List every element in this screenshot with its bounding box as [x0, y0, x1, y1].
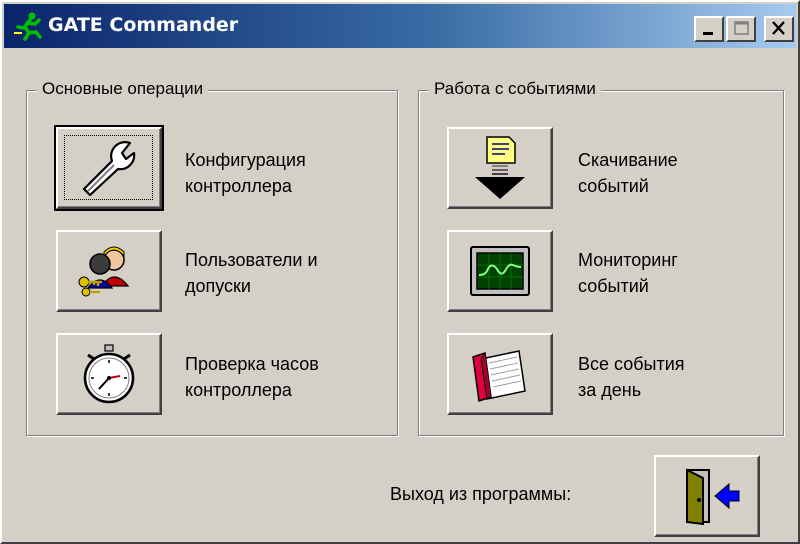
- app-runner-icon: [14, 12, 42, 41]
- minimize-icon: [703, 32, 713, 35]
- controller-config-label: Конфигурация контроллера: [185, 147, 306, 199]
- book-icon: [472, 350, 526, 402]
- clock-check-button[interactable]: [56, 333, 162, 415]
- label-line: событий: [578, 276, 649, 296]
- monitor-events-button[interactable]: [447, 230, 553, 312]
- label-line: за день: [578, 380, 642, 400]
- basic-operations-legend: Основные операции: [37, 77, 209, 101]
- all-day-events-label: Все события за день: [578, 351, 685, 403]
- title-bar[interactable]: GATE Commander: [4, 4, 796, 48]
- label-line: Мониторинг: [578, 250, 678, 270]
- maximize-button[interactable]: [726, 16, 756, 42]
- monitor-icon: [470, 246, 530, 296]
- exit-button[interactable]: [654, 455, 760, 537]
- label-line: Все события: [578, 354, 685, 374]
- monitor-events-label: Мониторинг событий: [578, 247, 678, 299]
- label-line: Проверка часов: [185, 354, 319, 374]
- users-access-label: Пользователи и допуски: [185, 247, 318, 299]
- users-keys-icon: [78, 246, 130, 297]
- minimize-button[interactable]: [694, 16, 724, 42]
- controller-config-button[interactable]: [54, 125, 164, 211]
- label-line: событий: [578, 176, 649, 196]
- users-access-button[interactable]: [56, 230, 162, 312]
- close-button[interactable]: [764, 16, 794, 42]
- label-line: контроллера: [185, 380, 292, 400]
- maximize-icon: [734, 21, 749, 35]
- stopwatch-icon: [83, 344, 135, 404]
- window-title: GATE Commander: [48, 14, 239, 36]
- label-line: Конфигурация: [185, 150, 306, 170]
- exit-label: Выход из программы:: [390, 484, 572, 504]
- all-day-events-button[interactable]: [447, 333, 553, 415]
- label-line: допуски: [185, 276, 251, 296]
- download-events-button[interactable]: [447, 127, 553, 209]
- wrench-icon: [82, 141, 136, 197]
- label-line: контроллера: [185, 176, 292, 196]
- events-legend: Работа с событиями: [429, 77, 601, 101]
- app-window: GATE Commander Основные операции Конфигу…: [0, 0, 800, 544]
- clock-check-label: Проверка часов контроллера: [185, 351, 319, 403]
- exit-door-icon: [686, 468, 740, 526]
- label-line: Пользователи и: [185, 250, 318, 270]
- close-icon: [772, 21, 785, 35]
- download-events-icon: [475, 136, 525, 199]
- label-line: Скачивание: [578, 150, 678, 170]
- download-events-label: Скачивание событий: [578, 147, 678, 199]
